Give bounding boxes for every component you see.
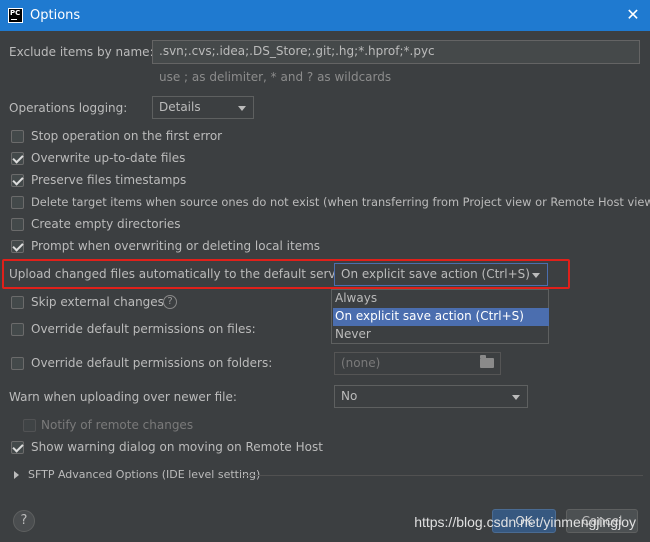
- window-title: Options: [30, 8, 81, 23]
- checkbox-notify-remote[interactable]: [23, 419, 36, 432]
- upload-dropdown-popup: Always On explicit save action (Ctrl+S) …: [331, 289, 549, 344]
- checkbox-create-empty-label: Create empty directories: [31, 217, 181, 231]
- checkbox-delete-target-label: Delete target items when source ones do …: [31, 195, 650, 209]
- checkbox-preserve-label: Preserve files timestamps: [31, 173, 187, 187]
- warn-upload-value: No: [341, 389, 358, 403]
- override-files-label: Override default permissions on files:: [31, 322, 256, 336]
- checkbox-prompt-overwrite[interactable]: [11, 240, 24, 253]
- override-folders-input[interactable]: (none): [334, 352, 501, 375]
- chevron-down-icon: [532, 273, 540, 278]
- checkbox-override-folders[interactable]: [11, 357, 24, 370]
- chevron-down-icon: [238, 106, 246, 111]
- checkbox-delete-target[interactable]: [11, 196, 24, 209]
- expand-triangle-icon[interactable]: [14, 471, 19, 479]
- sftp-advanced-label[interactable]: SFTP Advanced Options (IDE level setting…: [28, 468, 260, 481]
- folder-icon: [480, 355, 494, 368]
- chevron-down-icon: [512, 395, 520, 400]
- exclude-label: Exclude items by name:: [9, 45, 154, 59]
- override-folders-label: Override default permissions on folders:: [31, 356, 273, 370]
- upload-option-never[interactable]: Never: [333, 326, 549, 344]
- help-icon[interactable]: ?: [163, 295, 177, 309]
- skip-external-label: Skip external changes: [31, 295, 164, 309]
- exclude-hint: use ; as delimiter, * and ? as wildcards: [159, 70, 392, 84]
- override-folders-value: (none): [341, 356, 381, 370]
- exclude-input[interactable]: .svn;.cvs;.idea;.DS_Store;.git;.hg;*.hpr…: [152, 40, 640, 64]
- divider: [243, 475, 643, 476]
- checkbox-overwrite-up-to-date[interactable]: [11, 152, 24, 165]
- operations-logging-value: Details: [159, 100, 201, 114]
- help-button[interactable]: ?: [13, 510, 35, 532]
- operations-logging-label: Operations logging:: [9, 101, 128, 115]
- checkbox-override-files[interactable]: [11, 323, 24, 336]
- warn-upload-label: Warn when uploading over newer file:: [9, 390, 237, 404]
- checkbox-stop-on-error[interactable]: [11, 130, 24, 143]
- upload-option-explicit-save[interactable]: On explicit save action (Ctrl+S): [333, 308, 549, 326]
- checkbox-stop-on-error-label: Stop operation on the first error: [31, 129, 223, 143]
- upload-label: Upload changed files automatically to th…: [9, 267, 348, 281]
- checkbox-skip-external[interactable]: [11, 296, 24, 309]
- watermark-text: https://blog.csdn.net/yinmengjingjoy: [414, 514, 636, 530]
- pycharm-icon: PC: [8, 8, 23, 23]
- operations-logging-select[interactable]: Details: [152, 96, 254, 119]
- warn-upload-select[interactable]: No: [334, 385, 528, 408]
- upload-value: On explicit save action (Ctrl+S): [341, 267, 530, 281]
- upload-option-always[interactable]: Always: [333, 290, 549, 308]
- notify-remote-label: Notify of remote changes: [41, 418, 194, 432]
- checkbox-create-empty-dirs[interactable]: [11, 218, 24, 231]
- checkbox-show-warning[interactable]: [11, 441, 24, 454]
- checkbox-prompt-label: Prompt when overwriting or deleting loca…: [31, 239, 321, 253]
- close-icon[interactable]: ✕: [624, 6, 642, 24]
- title-bar: PC Options ✕: [0, 0, 650, 31]
- checkbox-overwrite-label: Overwrite up-to-date files: [31, 151, 186, 165]
- show-warning-label: Show warning dialog on moving on Remote …: [31, 440, 323, 454]
- upload-select[interactable]: On explicit save action (Ctrl+S): [334, 263, 548, 286]
- checkbox-preserve-timestamps[interactable]: [11, 174, 24, 187]
